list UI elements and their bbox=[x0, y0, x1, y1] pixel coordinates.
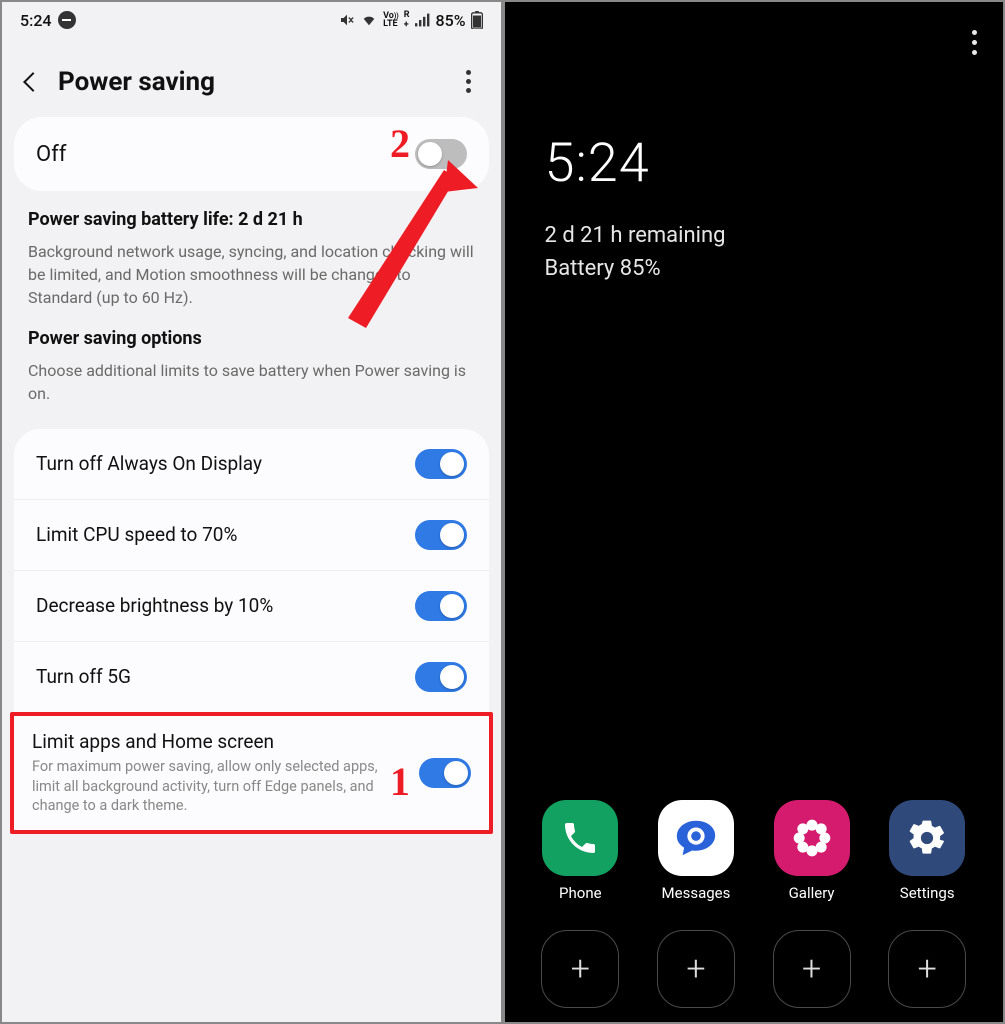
main-toggle-label: Off bbox=[36, 142, 66, 167]
gallery-icon bbox=[774, 800, 850, 876]
option-label: Limit apps and Home screen bbox=[32, 730, 407, 753]
status-battery-text: 85% bbox=[436, 11, 466, 30]
app-label: Gallery bbox=[789, 884, 835, 902]
messages-icon bbox=[658, 800, 734, 876]
add-app-button[interactable]: + bbox=[541, 930, 619, 1008]
app-dock: Phone Messages Gallery bbox=[505, 800, 1004, 902]
settings-icon bbox=[889, 800, 965, 876]
highlight-limit-apps: Limit apps and Home screen For maximum p… bbox=[10, 712, 493, 834]
add-app-row: + + + + bbox=[505, 930, 1004, 1008]
option-label: Limit CPU speed to 70% bbox=[36, 523, 403, 546]
options-list: Turn off Always On Display Limit CPU spe… bbox=[14, 429, 489, 712]
phone-icon bbox=[542, 800, 618, 876]
option-limit-apps-toggle[interactable] bbox=[419, 758, 471, 788]
signal-icon bbox=[415, 13, 431, 27]
mute-icon bbox=[339, 12, 355, 28]
app-phone[interactable]: Phone bbox=[535, 800, 625, 902]
options-heading: Power saving options bbox=[28, 328, 475, 349]
option-aod[interactable]: Turn off Always On Display bbox=[14, 429, 489, 500]
option-brightness[interactable]: Decrease brightness by 10% bbox=[14, 571, 489, 642]
back-button[interactable] bbox=[23, 72, 43, 92]
phone-left-settings: 5:24 Vo))LTE R+ 85% Power saving Off Pow… bbox=[2, 2, 501, 1022]
app-label: Phone bbox=[559, 884, 602, 902]
options-desc: Choose additional limits to save battery… bbox=[28, 359, 475, 405]
option-label: Decrease brightness by 10% bbox=[36, 594, 403, 617]
app-settings[interactable]: Settings bbox=[882, 800, 972, 902]
page-title: Power saving bbox=[58, 67, 215, 97]
status-bar: 5:24 Vo))LTE R+ 85% bbox=[2, 2, 501, 34]
option-cpu[interactable]: Limit CPU speed to 70% bbox=[14, 500, 489, 571]
page-header: Power saving bbox=[2, 34, 501, 117]
option-limit-apps[interactable]: Limit apps and Home screen For maximum p… bbox=[14, 716, 489, 830]
home-remaining: 2 d 21 h remaining bbox=[545, 219, 1004, 252]
home-time: 5:24 bbox=[505, 2, 1004, 195]
add-app-button[interactable]: + bbox=[773, 930, 851, 1008]
wifi-icon bbox=[360, 13, 378, 27]
dnd-icon bbox=[58, 11, 76, 29]
annotation-number-1: 1 bbox=[390, 758, 410, 805]
option-5g[interactable]: Turn off 5G bbox=[14, 642, 489, 712]
battery-icon bbox=[471, 11, 483, 29]
option-cpu-toggle[interactable] bbox=[415, 520, 467, 550]
home-more-button[interactable] bbox=[972, 30, 977, 55]
status-time: 5:24 bbox=[20, 11, 52, 30]
app-gallery[interactable]: Gallery bbox=[767, 800, 857, 902]
status-right: Vo))LTE R+ 85% bbox=[339, 10, 482, 30]
option-label: Turn off Always On Display bbox=[36, 452, 403, 475]
network-r-icon: R+ bbox=[404, 10, 410, 30]
option-label: Turn off 5G bbox=[36, 665, 403, 688]
option-brightness-toggle[interactable] bbox=[415, 591, 467, 621]
option-aod-toggle[interactable] bbox=[415, 449, 467, 479]
option-desc: For maximum power saving, allow only sel… bbox=[32, 757, 407, 816]
app-label: Messages bbox=[662, 884, 731, 902]
volte-icon: Vo))LTE bbox=[383, 12, 399, 28]
add-app-button[interactable]: + bbox=[657, 930, 735, 1008]
annotation-arrow-icon bbox=[348, 160, 478, 330]
add-app-button[interactable]: + bbox=[888, 930, 966, 1008]
annotation-number-2: 2 bbox=[390, 120, 410, 167]
home-status: 2 d 21 h remaining Battery 85% bbox=[505, 195, 1004, 285]
app-messages[interactable]: Messages bbox=[651, 800, 741, 902]
home-battery: Battery 85% bbox=[545, 252, 1004, 285]
app-label: Settings bbox=[900, 884, 955, 902]
more-menu-button[interactable] bbox=[460, 64, 477, 99]
option-5g-toggle[interactable] bbox=[415, 662, 467, 692]
phone-right-home: 5:24 2 d 21 h remaining Battery 85% Phon… bbox=[505, 2, 1004, 1022]
